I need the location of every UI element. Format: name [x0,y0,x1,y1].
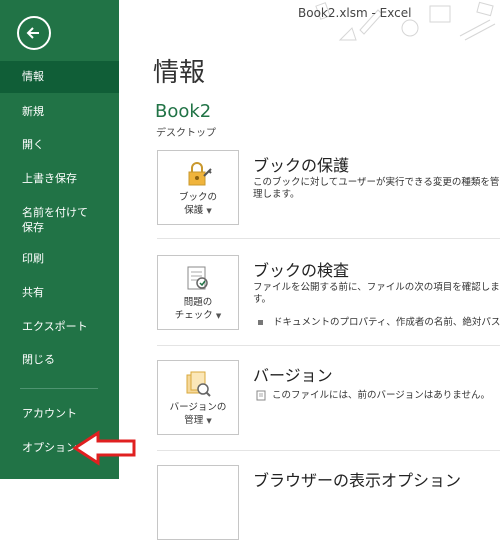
inspect-title: ブックの検査 [253,261,350,280]
sidebar-item-new[interactable]: 新規 [0,96,119,128]
dropdown-caret-icon: ▼ [215,312,222,320]
red-arrow-annotation [72,430,136,466]
backstage-sidebar: 情報 新規 開く 上書き保存 名前を付けて 保存 印刷 共有 エクスポート 閉じ… [0,0,119,479]
check-tile-label: 問題の チェック ▼ [158,296,238,323]
protect-tile-label: ブックの 保護 ▼ [158,191,238,218]
inspect-document-icon [187,266,208,290]
protect-title: ブックの保護 [253,156,350,175]
lock-key-icon [188,162,212,186]
dropdown-caret-icon: ▼ [206,417,212,425]
inspect-description: ファイルを公開する前に、ファイルの次の項目を確認します。 [253,282,500,305]
inspect-sub-text: ドキュメントのプロパティ、作成者の名前、絶対パス [273,317,500,328]
sidebar-item-info[interactable]: 情報 [0,61,119,93]
workbook-name: Book2 [155,101,212,122]
manage-versions-button[interactable]: バージョンの 管理 ▼ [157,360,239,435]
versions-tile-line2: 管理 [184,415,204,426]
versions-info: このファイルには、前のバージョンはありません。 [256,387,490,401]
window-title: Book2.xlsm - Excel [298,6,412,20]
section-divider [157,345,500,346]
version-history-icon [186,371,211,397]
protect-tile-line2: 保護 [184,205,204,216]
bullet-square-icon [258,320,263,325]
protect-tile-line1: ブックの [178,192,217,203]
browser-options-title: ブラウザーの表示オプション [253,471,462,490]
section-divider [157,450,500,451]
sidebar-divider [20,388,98,389]
workbook-location: デスクトップ [156,128,216,139]
document-small-icon [256,390,266,401]
versions-tile-label: バージョンの 管理 ▼ [158,401,238,428]
sidebar-item-share[interactable]: 共有 [0,277,119,309]
protect-description: このブックに対してユーザーが実行できる変更の種類を管理します。 [253,177,500,200]
sidebar-item-export[interactable]: エクスポート [0,311,119,343]
inspect-sub-item: ドキュメントのプロパティ、作成者の名前、絶対パス [258,314,500,328]
versions-title: バージョン [253,366,333,385]
back-button[interactable] [17,16,51,50]
sidebar-item-account[interactable]: アカウント [0,398,119,430]
versions-description: このファイルには、前のバージョンはありません。 [272,390,491,401]
back-arrow-icon [26,27,39,39]
page-title: 情報 [153,58,206,88]
browser-options-button[interactable] [157,465,239,540]
versions-tile-line1: バージョンの [169,402,227,413]
sidebar-item-close[interactable]: 閉じる [0,344,119,376]
check-tile-line1: 問題の [183,297,213,308]
sidebar-item-save-as[interactable]: 名前を付けて 保存 [0,200,119,240]
sidebar-item-save[interactable]: 上書き保存 [0,163,119,195]
sidebar-item-print[interactable]: 印刷 [0,243,119,275]
protect-workbook-button[interactable]: ブックの 保護 ▼ [157,150,239,225]
sidebar-item-open[interactable]: 開く [0,129,119,161]
check-tile-line2: チェック [174,310,213,321]
dropdown-caret-icon: ▼ [206,207,212,215]
section-divider [157,238,500,239]
check-issues-button[interactable]: 問題の チェック ▼ [157,255,239,330]
